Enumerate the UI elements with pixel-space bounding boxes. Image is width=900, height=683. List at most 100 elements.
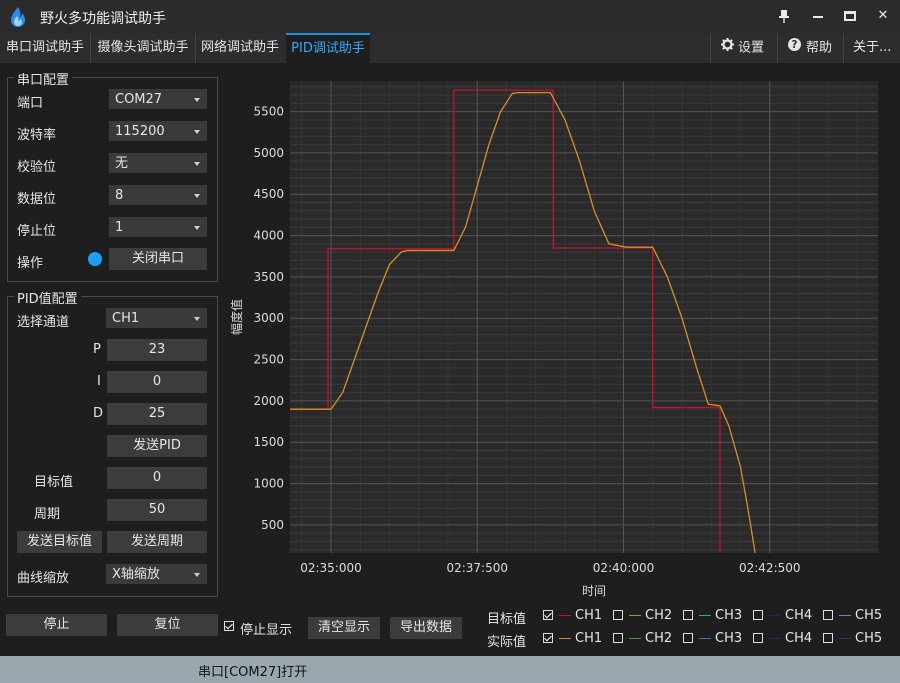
i-label: I [97, 374, 101, 389]
pid-group-title: PID值配置 [14, 288, 81, 307]
p-label: P [93, 342, 101, 357]
target-row-label: 目标值 [487, 612, 527, 627]
p-input[interactable]: 23 [107, 339, 207, 361]
chevron-down-icon [194, 573, 200, 577]
close-port-button[interactable]: 关闭串口 [109, 248, 207, 270]
zoom-label: 曲线缩放 [17, 571, 70, 586]
period-input[interactable]: 50 [107, 499, 207, 521]
databits-label: 数据位 [17, 192, 57, 207]
tab-divider [195, 33, 196, 63]
actual-ch5-label: CH5 [855, 631, 883, 646]
help-icon: ? [788, 33, 801, 63]
close-icon[interactable]: ✕ [870, 5, 896, 27]
i-input[interactable]: 0 [107, 371, 207, 393]
about-button[interactable]: 关于... [853, 33, 891, 63]
stop-button[interactable]: 停止 [6, 614, 107, 636]
clear-display-button[interactable]: 清空显示 [308, 617, 380, 639]
y-tick-label: 2500 [253, 353, 284, 367]
y-axis-label: 幅度值 [229, 299, 244, 335]
pin-icon[interactable] [771, 5, 797, 27]
actual-ch5-swatch [839, 638, 851, 639]
databits-select[interactable]: 8 [109, 185, 207, 205]
y-tick-label: 3500 [253, 270, 284, 284]
actual-ch2-swatch [629, 638, 641, 639]
maximize-icon[interactable] [837, 5, 863, 27]
y-tick-label: 500 [261, 518, 284, 532]
x-axis-label: 时间 [582, 584, 606, 598]
d-label: D [93, 406, 104, 421]
tab-serial[interactable]: 串口调试助手 [2, 33, 88, 63]
port-label: 端口 [17, 96, 44, 111]
target-ch5-checkbox[interactable] [823, 610, 833, 620]
gear-icon [721, 33, 734, 63]
y-tick-label: 1500 [253, 435, 284, 449]
stopbits-select[interactable]: 1 [109, 217, 207, 237]
minimize-icon[interactable] [805, 5, 831, 27]
y-tick-label: 5000 [253, 146, 284, 160]
reset-button[interactable]: 复位 [117, 614, 218, 636]
actual-ch3-checkbox[interactable] [683, 633, 693, 643]
settings-label: 设置 [738, 40, 765, 56]
operation-label: 操作 [17, 256, 44, 271]
x-tick-label: 02:37:500 [446, 561, 508, 575]
stop-display-checkbox[interactable] [224, 621, 234, 631]
send-pid-button[interactable]: 发送PID [107, 435, 207, 457]
target-ch4-swatch [769, 615, 781, 616]
channel-label: 选择通道 [17, 315, 70, 330]
target-ch2-label: CH2 [645, 608, 673, 623]
send-target-button[interactable]: 发送目标值 [17, 531, 102, 553]
x-tick-label: 02:42:500 [739, 561, 801, 575]
status-indicator-dot [88, 252, 102, 266]
target-ch4-checkbox[interactable] [753, 610, 763, 620]
x-tick-label: 02:40:000 [593, 561, 655, 575]
y-tick-label: 3000 [253, 311, 284, 325]
help-label: 帮助 [806, 40, 833, 56]
parity-select[interactable]: 无 [109, 153, 207, 173]
actual-ch5-checkbox[interactable] [823, 633, 833, 643]
actual-ch4-label: CH4 [785, 631, 813, 646]
chevron-down-icon [194, 130, 200, 134]
plot-area [290, 81, 878, 553]
settings-button[interactable]: 设置 [721, 33, 764, 63]
actual-ch1-checkbox[interactable] [543, 633, 553, 643]
status-bar [0, 656, 900, 683]
toolbar-divider [843, 33, 844, 63]
tab-divider [90, 33, 91, 63]
toolbar-divider [777, 33, 778, 63]
actual-ch4-checkbox[interactable] [753, 633, 763, 643]
channel-select[interactable]: CH1 [106, 308, 207, 328]
app-flame-icon [11, 7, 25, 27]
export-data-button[interactable]: 导出数据 [390, 617, 462, 639]
y-tick-label: 5500 [253, 105, 284, 119]
parity-label: 校验位 [17, 160, 57, 175]
chevron-down-icon [194, 194, 200, 198]
baud-select[interactable]: 115200 [109, 121, 207, 141]
window-title: 野火多功能调试助手 [40, 11, 166, 27]
svg-text:?: ? [792, 40, 798, 51]
status-text: 串口[COM27]打开 [198, 665, 308, 680]
x-tick-label: 02:35:000 [300, 561, 362, 575]
actual-ch2-checkbox[interactable] [613, 633, 623, 643]
send-period-button[interactable]: 发送周期 [107, 531, 207, 553]
target-ch3-checkbox[interactable] [683, 610, 693, 620]
target-input[interactable]: 0 [107, 467, 207, 489]
baud-label: 波特率 [17, 128, 57, 143]
target-ch5-swatch [839, 615, 851, 616]
tab-network[interactable]: 网络调试助手 [197, 33, 283, 63]
target-ch3-label: CH3 [715, 608, 743, 623]
target-label: 目标值 [34, 475, 74, 490]
chevron-down-icon [194, 226, 200, 230]
actual-ch2-label: CH2 [645, 631, 673, 646]
port-select[interactable]: COM27 [109, 89, 207, 109]
pid-chart[interactable]: 500 1000 1500 2000 2500 3000 3500 4000 4500 5000 5… [222, 63, 900, 600]
target-ch1-checkbox[interactable] [543, 610, 553, 620]
tab-camera[interactable]: 摄像头调试助手 [93, 33, 193, 63]
tab-pid[interactable]: PID调试助手 [286, 33, 370, 63]
zoom-select[interactable]: X轴缩放 [106, 564, 207, 584]
y-tick-label: 2000 [253, 394, 284, 408]
target-ch2-checkbox[interactable] [613, 610, 623, 620]
d-input[interactable]: 25 [107, 403, 207, 425]
help-button[interactable]: ? 帮助 [788, 33, 832, 63]
chevron-down-icon [194, 317, 200, 321]
target-ch5-label: CH5 [855, 608, 883, 623]
